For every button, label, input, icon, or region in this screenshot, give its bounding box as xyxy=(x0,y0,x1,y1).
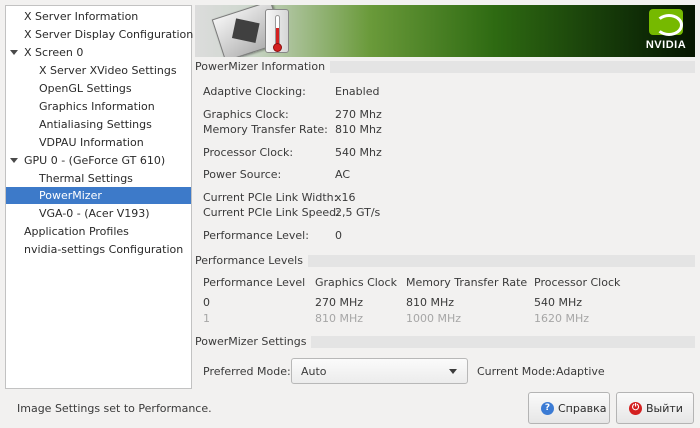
preferred-mode-value: Auto xyxy=(301,365,327,378)
sidebar-item-thermal-settings[interactable]: Thermal Settings xyxy=(6,170,191,187)
section-title: PowerMizer Settings xyxy=(195,335,312,349)
processor-clock-value: 540 Mhz xyxy=(335,146,382,159)
sidebar-item-x-screen-0[interactable]: X Screen 0 xyxy=(6,44,191,61)
table-cell: 270 MHz xyxy=(315,296,364,309)
section-performance-levels: Performance Levels xyxy=(195,254,695,268)
power-icon: ⏻ xyxy=(629,402,642,415)
preferred-mode-label: Preferred Mode: xyxy=(203,365,291,378)
performance-level-label: Performance Level: xyxy=(203,229,309,242)
column-header-graphics-clock: Graphics Clock xyxy=(315,276,397,289)
performance-level-value: 0 xyxy=(335,229,342,242)
sidebar-item-graphics-information[interactable]: Graphics Information xyxy=(6,98,191,115)
table-cell: 810 MHz xyxy=(406,296,455,309)
preferred-mode-select[interactable]: Auto xyxy=(291,358,468,384)
sidebar-item-label: OpenGL Settings xyxy=(39,82,132,95)
expander-arrow-icon[interactable] xyxy=(10,158,18,163)
adaptive-clocking-value: Enabled xyxy=(335,85,380,98)
sidebar-item-x-server-information[interactable]: X Server Information xyxy=(6,8,191,25)
adaptive-clocking-label: Adaptive Clocking: xyxy=(203,85,306,98)
sidebar-item-label: X Server Display Configuration xyxy=(24,28,194,41)
table-cell: 0 xyxy=(203,296,210,309)
column-header-processor-clock: Processor Clock xyxy=(534,276,621,289)
help-button-label: Справка xyxy=(558,402,607,415)
nvidia-banner: NVIDIA xyxy=(195,5,695,57)
sidebar-item-label: VGA-0 - (Acer V193) xyxy=(39,207,150,220)
sidebar-item-label: VDPAU Information xyxy=(39,136,144,149)
current-mode-value: Adaptive xyxy=(556,365,605,378)
section-title: Performance Levels xyxy=(195,254,308,268)
sidebar-item-label: X Server XVideo Settings xyxy=(39,64,177,77)
table-cell: 1 xyxy=(203,312,210,325)
sidebar-item-application-profiles[interactable]: Application Profiles xyxy=(6,223,191,240)
sidebar-item-label: Graphics Information xyxy=(39,100,155,113)
column-header-memory-transfer-rate: Memory Transfer Rate xyxy=(406,276,528,289)
sidebar-item-antialiasing-settings[interactable]: Antialiasing Settings xyxy=(6,116,191,133)
pcie-link-width-label: Current PCIe Link Width: xyxy=(203,191,338,204)
sidebar-item-label: Application Profiles xyxy=(24,225,129,238)
sidebar-item-powermizer[interactable]: PowerMizer xyxy=(6,187,191,204)
pcie-link-speed-value: 2,5 GT/s xyxy=(335,206,381,219)
graphics-clock-label: Graphics Clock: xyxy=(203,108,289,121)
table-cell: 1000 MHz xyxy=(406,312,462,325)
sidebar-item-xvideo-settings[interactable]: X Server XVideo Settings xyxy=(6,62,191,79)
section-powermizer-settings: PowerMizer Settings xyxy=(195,335,695,349)
processor-clock-label: Processor Clock: xyxy=(203,146,294,159)
quit-button-label: Выйти xyxy=(646,402,683,415)
section-powermizer-information: PowerMizer Information xyxy=(195,60,695,74)
sidebar-item-x-server-display-configuration[interactable]: X Server Display Configuration xyxy=(6,26,194,43)
sidebar-item-label: X Server Information xyxy=(24,10,139,23)
sidebar-item-opengl-settings[interactable]: OpenGL Settings xyxy=(6,80,191,97)
sidebar-item-label: nvidia-settings Configuration xyxy=(24,243,184,256)
table-cell: 810 MHz xyxy=(315,312,364,325)
nvidia-logo-icon: NVIDIA xyxy=(643,9,689,53)
column-header-performance-level: Performance Level xyxy=(203,276,306,289)
sidebar-item-label: GPU 0 - (GeForce GT 610) xyxy=(24,154,166,167)
help-icon: ? xyxy=(541,402,554,415)
pcie-link-width-value: x16 xyxy=(335,191,356,204)
table-cell: 1620 MHz xyxy=(534,312,590,325)
sidebar-item-label: PowerMizer xyxy=(39,189,102,202)
sidebar-item-label: Thermal Settings xyxy=(39,172,133,185)
powermizer-panel: NVIDIA PowerMizer Information Adaptive C… xyxy=(195,5,695,389)
memory-transfer-rate-label: Memory Transfer Rate: xyxy=(203,123,328,136)
nvidia-logo-text: NVIDIA xyxy=(645,39,687,51)
help-button[interactable]: ? Справка xyxy=(528,392,610,424)
graphics-clock-value: 270 Mhz xyxy=(335,108,382,121)
power-source-label: Power Source: xyxy=(203,168,282,181)
thermometer-icon xyxy=(265,9,289,53)
sidebar-item-label: Antialiasing Settings xyxy=(39,118,152,131)
sidebar-item-vga-0[interactable]: VGA-0 - (Acer V193) xyxy=(6,205,191,222)
chevron-down-icon xyxy=(449,369,457,374)
pcie-link-speed-label: Current PCIe Link Speed: xyxy=(203,206,340,219)
sidebar-tree[interactable]: X Server Information X Server Display Co… xyxy=(5,5,194,389)
section-title: PowerMizer Information xyxy=(195,60,331,74)
sidebar-item-nvidia-settings-configuration[interactable]: nvidia-settings Configuration xyxy=(6,241,191,258)
status-message: Image Settings set to Performance. xyxy=(17,402,212,415)
memory-transfer-rate-value: 810 Mhz xyxy=(335,123,382,136)
quit-button[interactable]: ⏻ Выйти xyxy=(616,392,694,424)
sidebar-item-gpu-0[interactable]: GPU 0 - (GeForce GT 610) xyxy=(6,152,191,169)
current-mode-label: Current Mode: xyxy=(477,365,556,378)
table-cell: 540 MHz xyxy=(534,296,583,309)
sidebar-item-vdpau-information[interactable]: VDPAU Information xyxy=(6,134,191,151)
sidebar-item-label: X Screen 0 xyxy=(24,46,84,59)
expander-arrow-icon[interactable] xyxy=(10,50,18,55)
power-source-value: AC xyxy=(335,168,351,181)
